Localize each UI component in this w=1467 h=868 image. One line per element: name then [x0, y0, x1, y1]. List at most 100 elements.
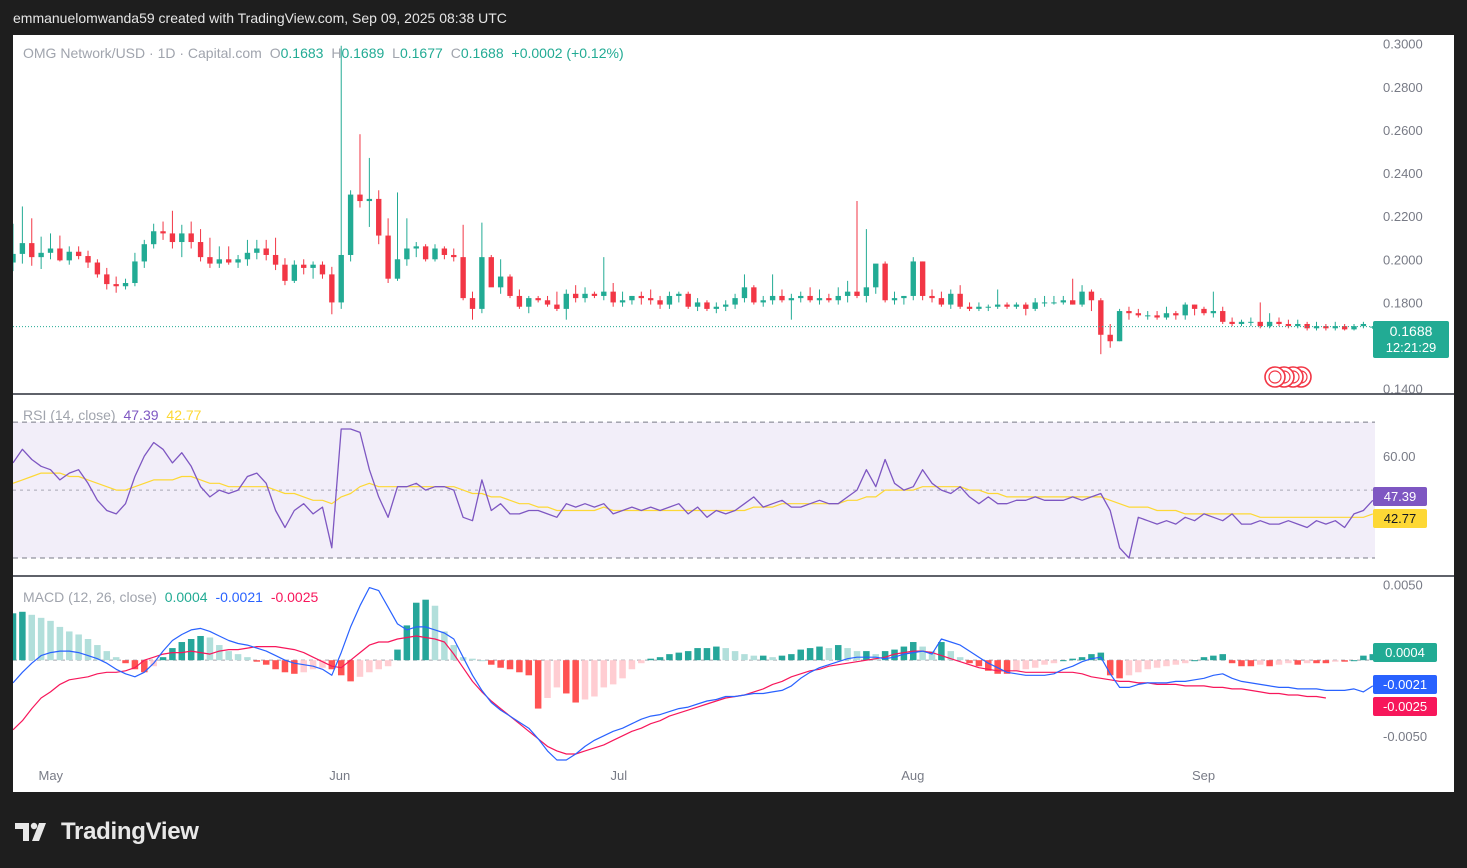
macd-histogram-bar	[713, 646, 720, 661]
candle-body	[948, 293, 954, 305]
macd-histogram-bar	[309, 660, 317, 670]
macd-line-tag: -0.0021	[1373, 675, 1437, 694]
candle	[873, 263, 879, 294]
macd-histogram-bar	[1022, 660, 1030, 670]
candle-body	[113, 284, 119, 287]
candle-body	[769, 295, 776, 301]
candle-body	[1088, 291, 1095, 301]
candle	[854, 201, 860, 299]
candle-body	[1220, 311, 1226, 322]
candle-body	[957, 293, 963, 307]
chart-canvas[interactable]: 0.3000 0.2800 0.2600 0.2400 0.2200 0.2000 0.18…	[13, 35, 1454, 792]
candle	[47, 233, 54, 260]
macd-histogram-bar	[47, 620, 54, 661]
candle	[226, 246, 232, 265]
macd-histogram-bar	[1181, 660, 1189, 664]
macd-histogram-bar	[1144, 660, 1151, 670]
candle	[413, 242, 419, 258]
candle-body	[966, 306, 973, 309]
candle	[1116, 308, 1123, 342]
macd-histogram-bar	[1266, 660, 1273, 667]
macd-histogram-bar	[1163, 660, 1170, 667]
macd-histogram-bar	[609, 660, 617, 685]
bar-countdown: 12:21:29	[1385, 340, 1437, 355]
macd-histogram-bar	[806, 648, 814, 661]
symbol-title[interactable]: OMG Network/USD · 1D · Capital.com	[23, 45, 262, 61]
candle	[488, 254, 494, 288]
candle-body	[1229, 321, 1235, 324]
tradingview-logo[interactable]: TradingView	[15, 818, 199, 846]
candle-body	[1266, 321, 1273, 327]
macd-histogram-bar	[1013, 660, 1020, 671]
candle	[1107, 323, 1113, 348]
us-flag-icon	[1264, 366, 1286, 388]
rsi-title[interactable]: RSI (14, close)	[23, 407, 116, 423]
chart-container[interactable]: 0.3000 0.2800 0.2600 0.2400 0.2200 0.2000 0.18…	[13, 35, 1454, 792]
candle-body	[535, 298, 541, 301]
candle	[526, 295, 532, 314]
candle-body	[141, 244, 147, 262]
candle	[432, 244, 438, 262]
candle	[85, 250, 91, 268]
candle	[94, 259, 101, 278]
candle	[1201, 306, 1207, 316]
macd-signal-line	[13, 635, 1326, 755]
candle-body	[1145, 315, 1151, 317]
candle-body	[244, 252, 251, 260]
candle-body	[1060, 300, 1066, 303]
candle-body	[554, 304, 560, 309]
rsi-legend: RSI (14, close) 47.39 42.77	[23, 407, 205, 423]
time-axis-tick: Aug	[901, 768, 924, 783]
macd-histogram-bar	[1041, 660, 1048, 665]
open-label: O0.1683	[269, 45, 324, 61]
candle-body	[723, 304, 729, 307]
macd-signal-tag: -0.0025	[1373, 697, 1437, 716]
macd-histogram-bar	[1135, 660, 1142, 673]
candle	[1126, 306, 1132, 320]
macd-histogram-bar	[384, 660, 392, 667]
macd-histogram-bar	[516, 660, 523, 673]
candle-body	[507, 276, 513, 296]
macd-histogram-bar	[19, 611, 26, 661]
macd-histogram-bar	[300, 660, 307, 673]
macd-histogram-bar	[1172, 660, 1180, 665]
price-legend: OMG Network/USD · 1D · Capital.com O0.16…	[23, 45, 628, 61]
macd-histogram-bar	[28, 614, 36, 661]
candle	[75, 246, 82, 260]
macd-histogram-bar	[600, 660, 608, 688]
candle-body	[516, 295, 523, 307]
price-tag: 0.1688 12:21:29	[1373, 321, 1449, 358]
macd-histogram-bar	[1238, 660, 1245, 667]
macd-histogram-bar	[216, 645, 223, 661]
macd-histogram-bar	[628, 660, 636, 670]
macd-signal-value: -0.0025	[270, 589, 319, 605]
candle	[179, 224, 185, 258]
macd-histogram-bar	[1097, 652, 1105, 661]
candle	[554, 291, 560, 312]
candle-body	[1013, 304, 1020, 307]
candle	[57, 235, 63, 262]
candle-body	[1032, 302, 1038, 309]
macd-histogram-bar	[1285, 660, 1292, 664]
macd-histogram-bar	[1200, 657, 1208, 661]
candle-body	[666, 295, 673, 305]
macd-histogram-bar	[356, 660, 364, 677]
macd-histogram-bar	[919, 646, 926, 661]
macd-histogram-bar	[1341, 660, 1348, 662]
macd-histogram-bar	[778, 655, 786, 661]
candle-body	[582, 293, 588, 299]
candle	[188, 221, 194, 249]
candle-body	[601, 291, 607, 296]
macd-line	[13, 586, 1374, 761]
candle-body	[1135, 313, 1142, 316]
candle-body	[1257, 321, 1263, 327]
candle-body	[741, 287, 748, 299]
macd-histogram-bar	[1350, 660, 1358, 662]
macd-histogram-bar	[966, 660, 973, 664]
candle	[1323, 323, 1329, 331]
macd-title[interactable]: MACD (12, 26, close)	[23, 589, 157, 605]
price-axis-tick: 0.1400	[1383, 382, 1423, 397]
macd-histogram-bar	[581, 660, 589, 700]
macd-histogram-bar	[1078, 657, 1086, 661]
candle	[601, 257, 607, 301]
